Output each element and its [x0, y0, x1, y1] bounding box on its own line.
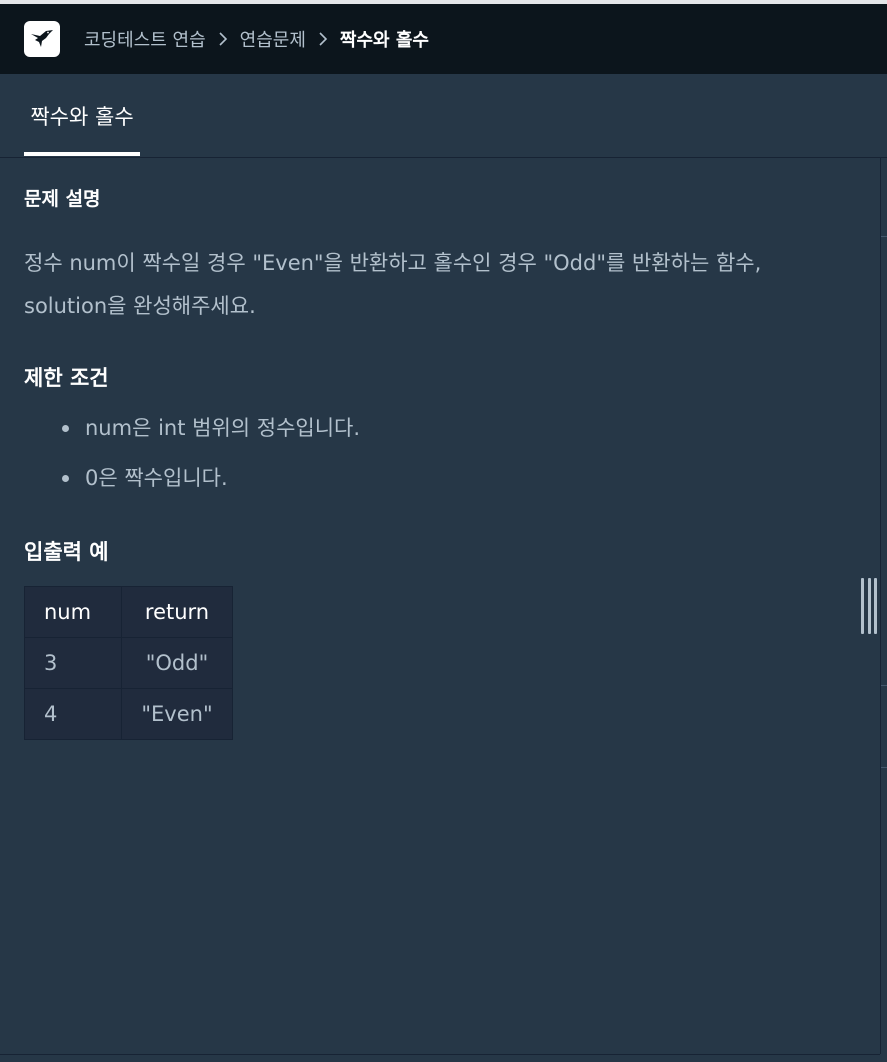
panel-divider: [881, 685, 887, 686]
active-tab-indicator: [24, 152, 140, 156]
tab-problem[interactable]: 짝수와 홀수: [24, 74, 140, 158]
table-cell: 3: [24, 637, 122, 689]
examples-heading: 입출력 예: [24, 540, 109, 564]
problem-description-text: 정수 num이 짝수일 경우 "Even"을 반환하고 홀수인 경우 "Odd"…: [24, 251, 762, 318]
panel-divider: [881, 767, 887, 768]
hummingbird-logo-icon[interactable]: [24, 21, 60, 57]
list-item: num은 int 범위의 정수입니다.: [62, 412, 360, 462]
editor-panel-edge: [880, 158, 887, 1054]
top-navigation-bar: 코딩테스트 연습 연습문제 짝수와 홀수: [0, 4, 887, 74]
breadcrumb: 코딩테스트 연습 연습문제 짝수와 홀수: [84, 4, 429, 74]
breadcrumb-current-problem: 짝수와 홀수: [339, 30, 429, 51]
bullet-icon: [62, 425, 69, 432]
panel-divider: [881, 236, 887, 237]
description-heading: 문제 설명: [24, 188, 101, 210]
examples-table: num return 3 "Odd" 4 "Even": [24, 586, 233, 740]
chevron-right-icon: [318, 31, 328, 47]
breadcrumb-coding-test[interactable]: 코딩테스트 연습: [84, 26, 206, 52]
column-header-num: num: [24, 586, 122, 638]
table-cell: "Even": [121, 688, 233, 740]
table-row: 4 "Even": [24, 688, 233, 740]
table-header-row: num return: [24, 586, 233, 638]
problem-tab-bar: 짝수와 홀수: [0, 74, 887, 158]
table-cell: 4: [24, 688, 122, 740]
constraints-list: num은 int 범위의 정수입니다. 0은 짝수입니다.: [62, 412, 360, 512]
constraint-text: num은 int 범위의 정수입니다.: [85, 416, 361, 440]
panel-bottom-divider: [0, 1054, 880, 1055]
table-cell: "Odd": [121, 637, 233, 689]
panel-resize-handle[interactable]: [860, 578, 878, 634]
bullet-icon: [62, 475, 69, 482]
column-header-return: return: [121, 586, 233, 638]
chevron-right-icon: [218, 31, 228, 47]
list-item: 0은 짝수입니다.: [62, 462, 360, 512]
constraints-heading: 제한 조건: [24, 366, 109, 390]
constraint-text: 0은 짝수입니다.: [85, 466, 228, 490]
breadcrumb-practice-problems[interactable]: 연습문제: [240, 26, 306, 52]
table-row: 3 "Odd": [24, 637, 233, 689]
